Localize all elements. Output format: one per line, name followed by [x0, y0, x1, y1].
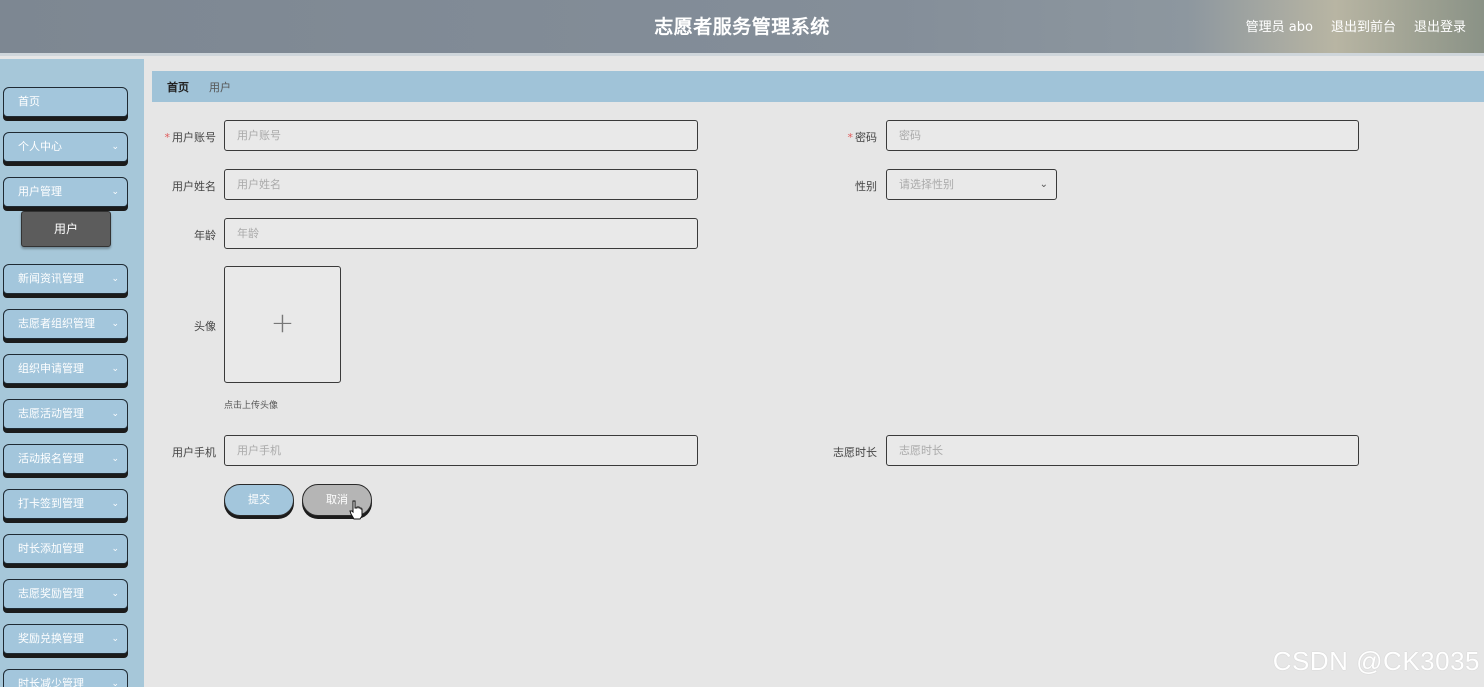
- chevron-down-icon: ⌄: [111, 409, 119, 419]
- name-input[interactable]: [224, 169, 698, 200]
- sidebar-item-label: 志愿者组织管理: [18, 317, 95, 330]
- sidebar-item-label: 志愿活动管理: [18, 407, 84, 420]
- account-input[interactable]: [224, 120, 698, 151]
- sidebar-item-user-management[interactable]: 用户管理 ⌄: [3, 177, 128, 207]
- plus-icon: +: [270, 306, 295, 339]
- hours-label: 志愿时长: [833, 446, 877, 459]
- chevron-down-icon: ⌄: [111, 499, 119, 509]
- chevron-down-icon: ⌄: [111, 679, 119, 687]
- sidebar-item-org-application[interactable]: 组织申请管理 ⌄: [3, 354, 128, 384]
- chevron-down-icon: ⌄: [1039, 179, 1048, 190]
- admin-label: 管理员 abo: [1245, 20, 1313, 35]
- gender-select[interactable]: 请选择性别 ⌄: [886, 169, 1057, 200]
- chevron-down-icon: ⌄: [111, 544, 119, 554]
- avatar-label: 头像: [194, 320, 216, 333]
- breadcrumb-home[interactable]: 首页: [167, 79, 189, 95]
- sidebar-item-label: 时长添加管理: [18, 542, 84, 555]
- sidebar-item-label: 志愿奖励管理: [18, 587, 84, 600]
- sidebar-item-label: 活动报名管理: [18, 452, 84, 465]
- sidebar-item-checkin[interactable]: 打卡签到管理 ⌄: [3, 489, 128, 519]
- sidebar: 首页 个人中心 ⌄ 用户管理 ⌄ 用户 新闻资讯管理 ⌄ 志愿者组织管理 ⌄ 组织申请管…: [0, 59, 144, 687]
- password-label: * 密码: [847, 131, 878, 144]
- top-header: 志愿者服务管理系统 管理员 abo 退出到前台 退出登录: [0, 0, 1484, 56]
- phone-input[interactable]: [224, 435, 698, 466]
- sidebar-item-label: 奖励兑换管理: [18, 632, 84, 645]
- hours-input[interactable]: [886, 435, 1359, 466]
- chevron-down-icon: ⌄: [111, 142, 119, 152]
- sidebar-item-signup[interactable]: 活动报名管理 ⌄: [3, 444, 128, 474]
- chevron-down-icon: ⌄: [111, 364, 119, 374]
- password-input[interactable]: [886, 120, 1359, 151]
- sidebar-item-label: 首页: [18, 95, 40, 108]
- age-input[interactable]: [224, 218, 698, 249]
- sidebar-item-exchange[interactable]: 奖励兑换管理 ⌄: [3, 624, 128, 654]
- sidebar-item-volunteer-org[interactable]: 志愿者组织管理 ⌄: [3, 309, 128, 339]
- chevron-down-icon: ⌄: [111, 187, 119, 197]
- sidebar-subitem-user[interactable]: 用户: [21, 211, 111, 247]
- watermark: CSDN @CK3035: [1272, 646, 1480, 676]
- sidebar-item-label: 组织申请管理: [18, 362, 84, 375]
- chevron-down-icon: ⌄: [111, 589, 119, 599]
- sidebar-item-hours-add[interactable]: 时长添加管理 ⌄: [3, 534, 128, 564]
- sidebar-item-profile[interactable]: 个人中心 ⌄: [3, 132, 128, 162]
- name-label: 用户姓名: [172, 180, 216, 193]
- sidebar-item-label: 打卡签到管理: [18, 497, 84, 510]
- sidebar-item-activity[interactable]: 志愿活动管理 ⌄: [3, 399, 128, 429]
- phone-label: 用户手机: [172, 446, 216, 459]
- avatar-upload[interactable]: +: [224, 266, 341, 383]
- logout-link[interactable]: 退出登录: [1414, 16, 1466, 35]
- sidebar-item-hours-reduce[interactable]: 时长减少管理 ⌄: [3, 669, 128, 687]
- sidebar-item-label: 用户管理: [18, 185, 62, 198]
- sidebar-item-home[interactable]: 首页: [3, 87, 128, 117]
- gender-placeholder: 请选择性别: [899, 178, 954, 191]
- sidebar-item-label: 时长减少管理: [18, 677, 84, 687]
- chevron-down-icon: ⌄: [111, 319, 119, 329]
- chevron-down-icon: ⌄: [111, 634, 119, 644]
- breadcrumb: 首页 用户: [152, 71, 1484, 102]
- exit-to-front-link[interactable]: 退出到前台: [1331, 16, 1396, 35]
- gender-label: 性别: [855, 180, 877, 193]
- sidebar-item-label: 新闻资讯管理: [18, 272, 84, 285]
- breadcrumb-current: 用户: [209, 80, 231, 94]
- submit-button[interactable]: 提交: [224, 484, 294, 516]
- sidebar-item-news[interactable]: 新闻资讯管理 ⌄: [3, 264, 128, 294]
- sidebar-item-reward[interactable]: 志愿奖励管理 ⌄: [3, 579, 128, 609]
- hand-cursor-icon: [349, 500, 363, 520]
- upload-tip: 点击上传头像: [224, 401, 279, 411]
- chevron-down-icon: ⌄: [111, 454, 119, 464]
- required-mark: *: [847, 131, 854, 144]
- account-label: * 用户账号: [164, 131, 217, 144]
- age-label: 年龄: [194, 229, 216, 242]
- sidebar-item-label: 个人中心: [18, 140, 62, 153]
- header-actions: 管理员 abo 退出到前台 退出登录: [1246, 16, 1466, 35]
- required-mark: *: [164, 131, 171, 144]
- chevron-down-icon: ⌄: [111, 274, 119, 284]
